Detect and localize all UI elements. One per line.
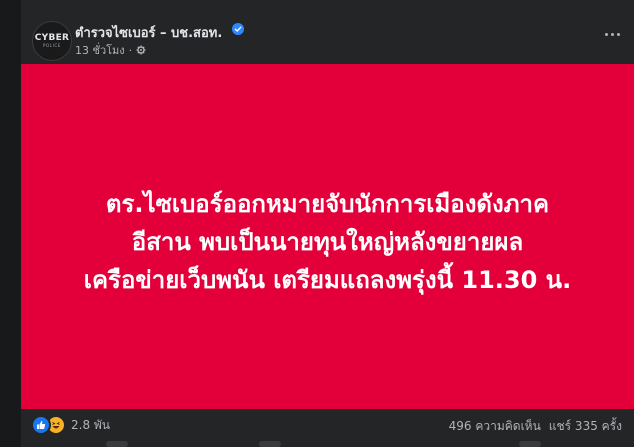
more-dot-icon	[616, 32, 620, 36]
post-card: CYBER POLICE ตำรวจไซเบอร์ – บช.สอท. 13 ช…	[21, 0, 634, 447]
post-image[interactable]: ตร.ไซเบอร์ออกหมายจับนักการเมืองดังภาค อี…	[21, 64, 634, 409]
headline-line: ตร.ไซเบอร์ออกหมายจับนักการเมืองดังภาค	[105, 189, 550, 218]
meta-separator: ·	[128, 43, 133, 57]
page-name-link[interactable]: ตำรวจไซเบอร์ – บช.สอท.	[75, 22, 222, 43]
like-action-peek[interactable]	[106, 441, 128, 447]
comments-count-link[interactable]: 496 ความคิดเห็น	[449, 417, 541, 436]
share-action-peek[interactable]	[519, 441, 541, 447]
avatar-logo-text: CYBER	[34, 32, 70, 43]
avatar[interactable]: CYBER POLICE	[32, 21, 72, 61]
verified-badge-icon	[232, 23, 244, 35]
engagement-stats: 496 ความคิดเห็น แชร์ 335 ครั้ง	[449, 417, 622, 436]
post-headline: ตร.ไซเบอร์ออกหมายจับนักการเมืองดังภาค อี…	[48, 185, 608, 299]
more-options-button[interactable]	[600, 26, 624, 42]
comment-action-peek[interactable]	[259, 441, 281, 447]
reactions-summary[interactable]: 2.8 พัน	[31, 415, 110, 435]
headline-line: อีสาน พบเป็นนายทุนใหญ่หลังขยายผล	[131, 227, 524, 256]
headline-line: เครือข่ายเว็บพนัน เตรียมแถลงพรุ่งนี้ 11.…	[83, 265, 572, 294]
post-header: CYBER POLICE ตำรวจไซเบอร์ – บช.สอท. 13 ช…	[21, 0, 634, 64]
avatar-logo-subtext: POLICE	[43, 42, 61, 48]
like-icon	[31, 415, 51, 435]
timestamp-link[interactable]: 13 ชั่วโมง	[75, 41, 125, 59]
post-meta: 13 ชั่วโมง ·	[75, 41, 146, 59]
more-dot-icon	[604, 32, 608, 36]
reaction-count[interactable]: 2.8 พัน	[71, 416, 110, 435]
more-dot-icon	[610, 32, 614, 36]
shares-count-link[interactable]: แชร์ 335 ครั้ง	[549, 417, 622, 436]
privacy-gear-icon[interactable]	[136, 45, 146, 55]
